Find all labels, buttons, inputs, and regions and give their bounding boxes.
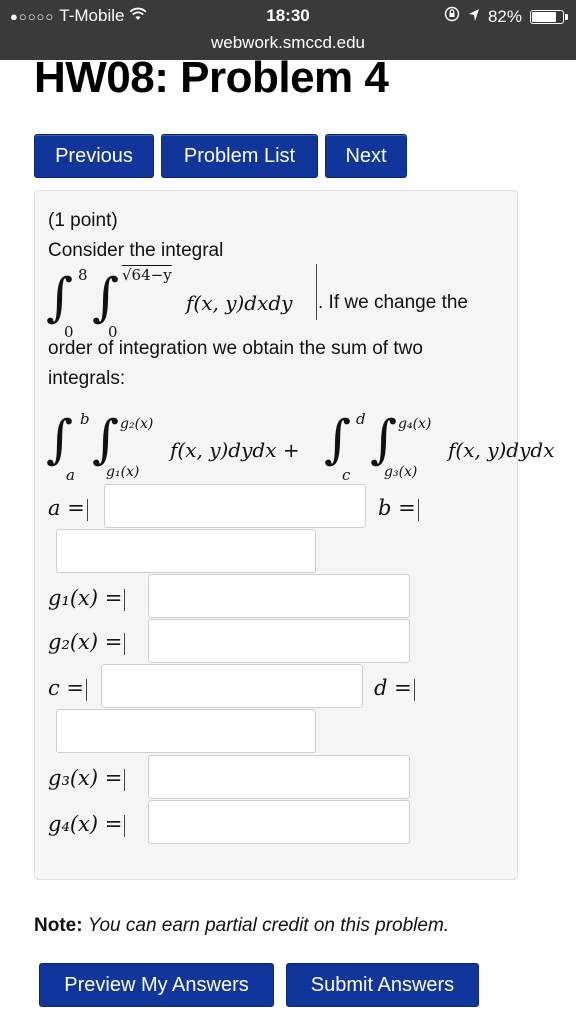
note-text: You can earn partial credit on this prob… (87, 915, 450, 936)
answer-g4-input[interactable] (148, 800, 410, 844)
problem-list-button[interactable]: Problem List (161, 134, 318, 178)
problem-text-continued: . If we change the (318, 292, 468, 313)
rotation-lock-icon (444, 6, 460, 27)
integrand-2: f(x, y)dydx (448, 438, 555, 462)
outer-upper-limit: 8 (78, 266, 88, 284)
url-bar[interactable]: webwork.smccd.edu (0, 33, 576, 53)
submit-answers-button[interactable]: Submit Answers (286, 963, 479, 1007)
status-bar: ●○○○○ T-Mobile 18:30 82% (0, 4, 576, 28)
answer-b-input[interactable] (56, 529, 316, 573)
next-button[interactable]: Next (325, 134, 407, 178)
limit-g1: g₁(x) (106, 464, 140, 480)
partial-credit-note: Note: You can earn partial credit on thi… (34, 915, 449, 937)
label-c-text: c = (48, 676, 85, 700)
battery-percent: 82% (487, 6, 522, 26)
problem-line-3: integrals: (48, 368, 126, 389)
limit-b: b (80, 410, 90, 428)
text-cursor (316, 264, 317, 320)
label-g1-text: g₁(x) = (48, 586, 123, 610)
label-g4: g₄(x) = (48, 812, 126, 837)
integral-sign-outer: ∫ (46, 268, 74, 328)
inner-upper-limit: √64−y (122, 266, 172, 284)
points-label: (1 point) (48, 210, 118, 231)
location-arrow-icon (468, 7, 480, 27)
label-g2-cursor (124, 632, 126, 655)
label-g3-cursor (124, 768, 126, 791)
label-c-cursor (86, 678, 88, 701)
limit-a: a (66, 466, 75, 484)
battery-icon (530, 9, 568, 24)
problem-line-2: order of integration we obtain the sum o… (48, 338, 423, 359)
label-a-cursor (86, 498, 88, 521)
label-g2: g₂(x) = (48, 630, 126, 655)
label-g1-cursor (124, 588, 126, 611)
answer-g2-input[interactable] (148, 619, 410, 663)
integral-sign-inner: ∫ (92, 268, 120, 328)
label-a-text: a = (48, 496, 85, 520)
answer-g1-input[interactable] (148, 574, 410, 618)
answer-c-input[interactable] (101, 664, 363, 708)
label-b-cursor (417, 498, 419, 521)
label-g4-text: g₄(x) = (48, 812, 123, 836)
label-b-text: b = (378, 496, 416, 520)
integral-sign-1: ∫ (46, 410, 74, 470)
note-bold: Note: (34, 915, 83, 936)
integrand-1: f(x, y)dydx + (170, 438, 300, 462)
preview-answers-button[interactable]: Preview My Answers (39, 963, 274, 1007)
previous-button[interactable]: Previous (34, 134, 154, 178)
right-status: 82% (444, 6, 568, 27)
integrand: f(x, y)dxdy (186, 291, 293, 315)
label-g3: g₃(x) = (48, 766, 126, 791)
label-d: d = (374, 676, 415, 701)
label-g1: g₁(x) = (48, 586, 126, 611)
battery-fill (532, 11, 557, 22)
browser-top-bar: ●○○○○ T-Mobile 18:30 82% webwork.smccd.e… (0, 0, 576, 60)
limit-c: c (342, 466, 351, 484)
label-c: c = (48, 676, 88, 701)
problem-intro: Consider the integral (48, 240, 224, 261)
answer-a-input[interactable] (104, 484, 366, 528)
limit-d: d (356, 410, 366, 428)
page-title: HW08: Problem 4 (34, 53, 389, 102)
integral-sign-4: ∫ (370, 410, 398, 470)
answer-d-input[interactable] (56, 709, 316, 753)
label-d-text: d = (374, 676, 412, 700)
integral-sign-3: ∫ (324, 410, 352, 470)
limit-g4: g₄(x) (398, 416, 432, 432)
label-d-cursor (413, 678, 415, 701)
label-a: a = (48, 496, 88, 521)
label-g3-text: g₃(x) = (48, 766, 123, 790)
label-b: b = (378, 496, 419, 521)
label-g4-cursor (124, 814, 126, 837)
limit-g3: g₃(x) (384, 464, 418, 480)
answer-g3-input[interactable] (148, 755, 410, 799)
limit-g2: g₂(x) (120, 416, 154, 432)
label-g2-text: g₂(x) = (48, 630, 123, 654)
integral-sign-2: ∫ (92, 410, 120, 470)
